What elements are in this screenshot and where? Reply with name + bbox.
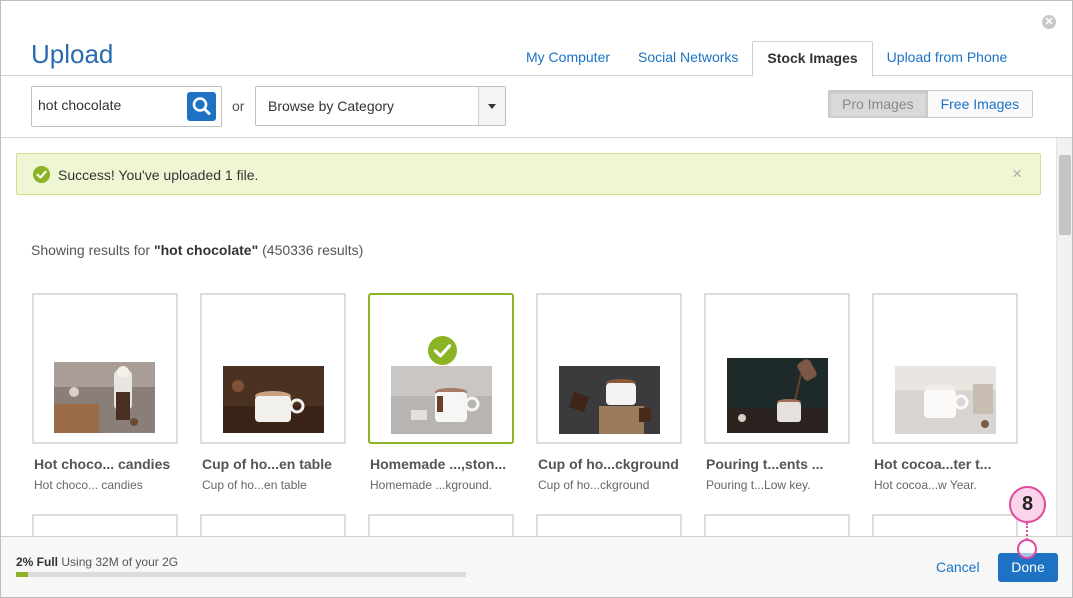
image-thumbnail: [54, 362, 155, 433]
tab-upload-from-phone[interactable]: Upload from Phone: [873, 41, 1022, 77]
image-tile[interactable]: [32, 514, 178, 536]
search-input[interactable]: [38, 97, 184, 113]
image-type-toggle: Pro Images Free Images: [828, 90, 1034, 118]
usage-progress-fill: [16, 572, 28, 577]
scrollbar-thumb[interactable]: [1059, 155, 1071, 235]
image-tile[interactable]: [200, 293, 346, 444]
step-number-badge: 8: [1009, 486, 1046, 523]
cancel-button[interactable]: Cancel: [936, 559, 980, 575]
image-title: Hot cocoa...ter t...: [874, 456, 992, 472]
image-title: Hot choco... candies: [34, 456, 171, 472]
or-label: or: [232, 98, 245, 114]
image-tile[interactable]: [704, 514, 850, 536]
usage-progress-bar: [16, 572, 466, 577]
upload-dialog: ✕ Upload My Computer Social Networks Sto…: [0, 0, 1073, 598]
tab-stock-images[interactable]: Stock Images: [752, 41, 873, 77]
image-tile[interactable]: [704, 293, 850, 444]
image-title: Cup of ho...en table: [202, 456, 332, 472]
image-thumbnail: [727, 358, 828, 433]
upload-source-tabs: My Computer Social Networks Stock Images…: [512, 41, 1021, 77]
alert-message: Success! You've uploaded 1 file.: [58, 167, 259, 183]
browse-category-select[interactable]: Browse by Category: [255, 86, 506, 126]
image-thumbnail: [559, 366, 660, 434]
image-thumbnail: [223, 366, 324, 433]
image-tile[interactable]: [536, 293, 682, 444]
results-scrollbar[interactable]: [1056, 138, 1072, 536]
image-subtitle: Hot cocoa...w Year.: [874, 478, 977, 492]
results-count: (450336 results): [262, 242, 364, 258]
image-thumbnail: [895, 366, 996, 434]
image-tile[interactable]: [872, 293, 1018, 444]
usage-text: Using 32M of your 2G: [61, 555, 179, 569]
image-tile[interactable]: [32, 293, 178, 444]
close-icon[interactable]: ✕: [1042, 15, 1056, 29]
image-subtitle: Hot choco... candies: [34, 478, 143, 492]
image-thumbnail: [391, 366, 492, 434]
image-subtitle: Cup of ho...ckground: [538, 478, 650, 492]
alert-close-icon[interactable]: ×: [1012, 164, 1022, 184]
results-prefix: Showing results for: [31, 242, 151, 258]
image-tile[interactable]: [200, 514, 346, 536]
category-select-label: Browse by Category: [268, 98, 395, 114]
image-subtitle: Cup of ho...en table: [202, 478, 307, 492]
search-button[interactable]: [187, 92, 216, 121]
image-title: Homemade ...,ston...: [370, 456, 507, 472]
image-tile[interactable]: [368, 514, 514, 536]
results-query: "hot chocolate": [153, 242, 259, 258]
check-circle-icon: [428, 336, 457, 365]
image-subtitle: Homemade ...kground.: [370, 478, 493, 492]
success-alert: Success! You've uploaded 1 file. ×: [16, 153, 1041, 195]
image-tile[interactable]: [536, 514, 682, 536]
results-summary: Showing results for "hot chocolate" (450…: [31, 242, 363, 258]
storage-usage: 2% Full Using 32M of your 2G: [16, 555, 178, 569]
chevron-down-icon[interactable]: [478, 87, 505, 125]
tab-my-computer[interactable]: My Computer: [512, 41, 624, 77]
tab-social-networks[interactable]: Social Networks: [624, 41, 752, 77]
image-tile[interactable]: [872, 514, 1018, 536]
pro-images-button[interactable]: Pro Images: [828, 90, 928, 118]
image-title: Cup of ho...ckground: [538, 456, 679, 472]
search-box: [31, 86, 222, 127]
image-subtitle: Pouring t...Low key.: [706, 478, 811, 492]
image-tile-selected[interactable]: [368, 293, 514, 444]
image-title: Pouring t...ents ...: [706, 456, 824, 472]
free-images-button[interactable]: Free Images: [927, 90, 1034, 118]
dialog-footer: 2% Full Using 32M of your 2G Cancel Done: [1, 536, 1072, 597]
usage-percent-label: 2% Full: [16, 555, 59, 569]
results-panel: Success! You've uploaded 1 file. × Showi…: [1, 138, 1056, 536]
step-target-ring: [1017, 539, 1037, 559]
step-connector: [1026, 523, 1028, 540]
check-circle-icon: [33, 166, 50, 183]
dialog-title: Upload: [31, 39, 114, 69]
search-icon: [192, 97, 211, 115]
header-divider: [1, 75, 1072, 76]
